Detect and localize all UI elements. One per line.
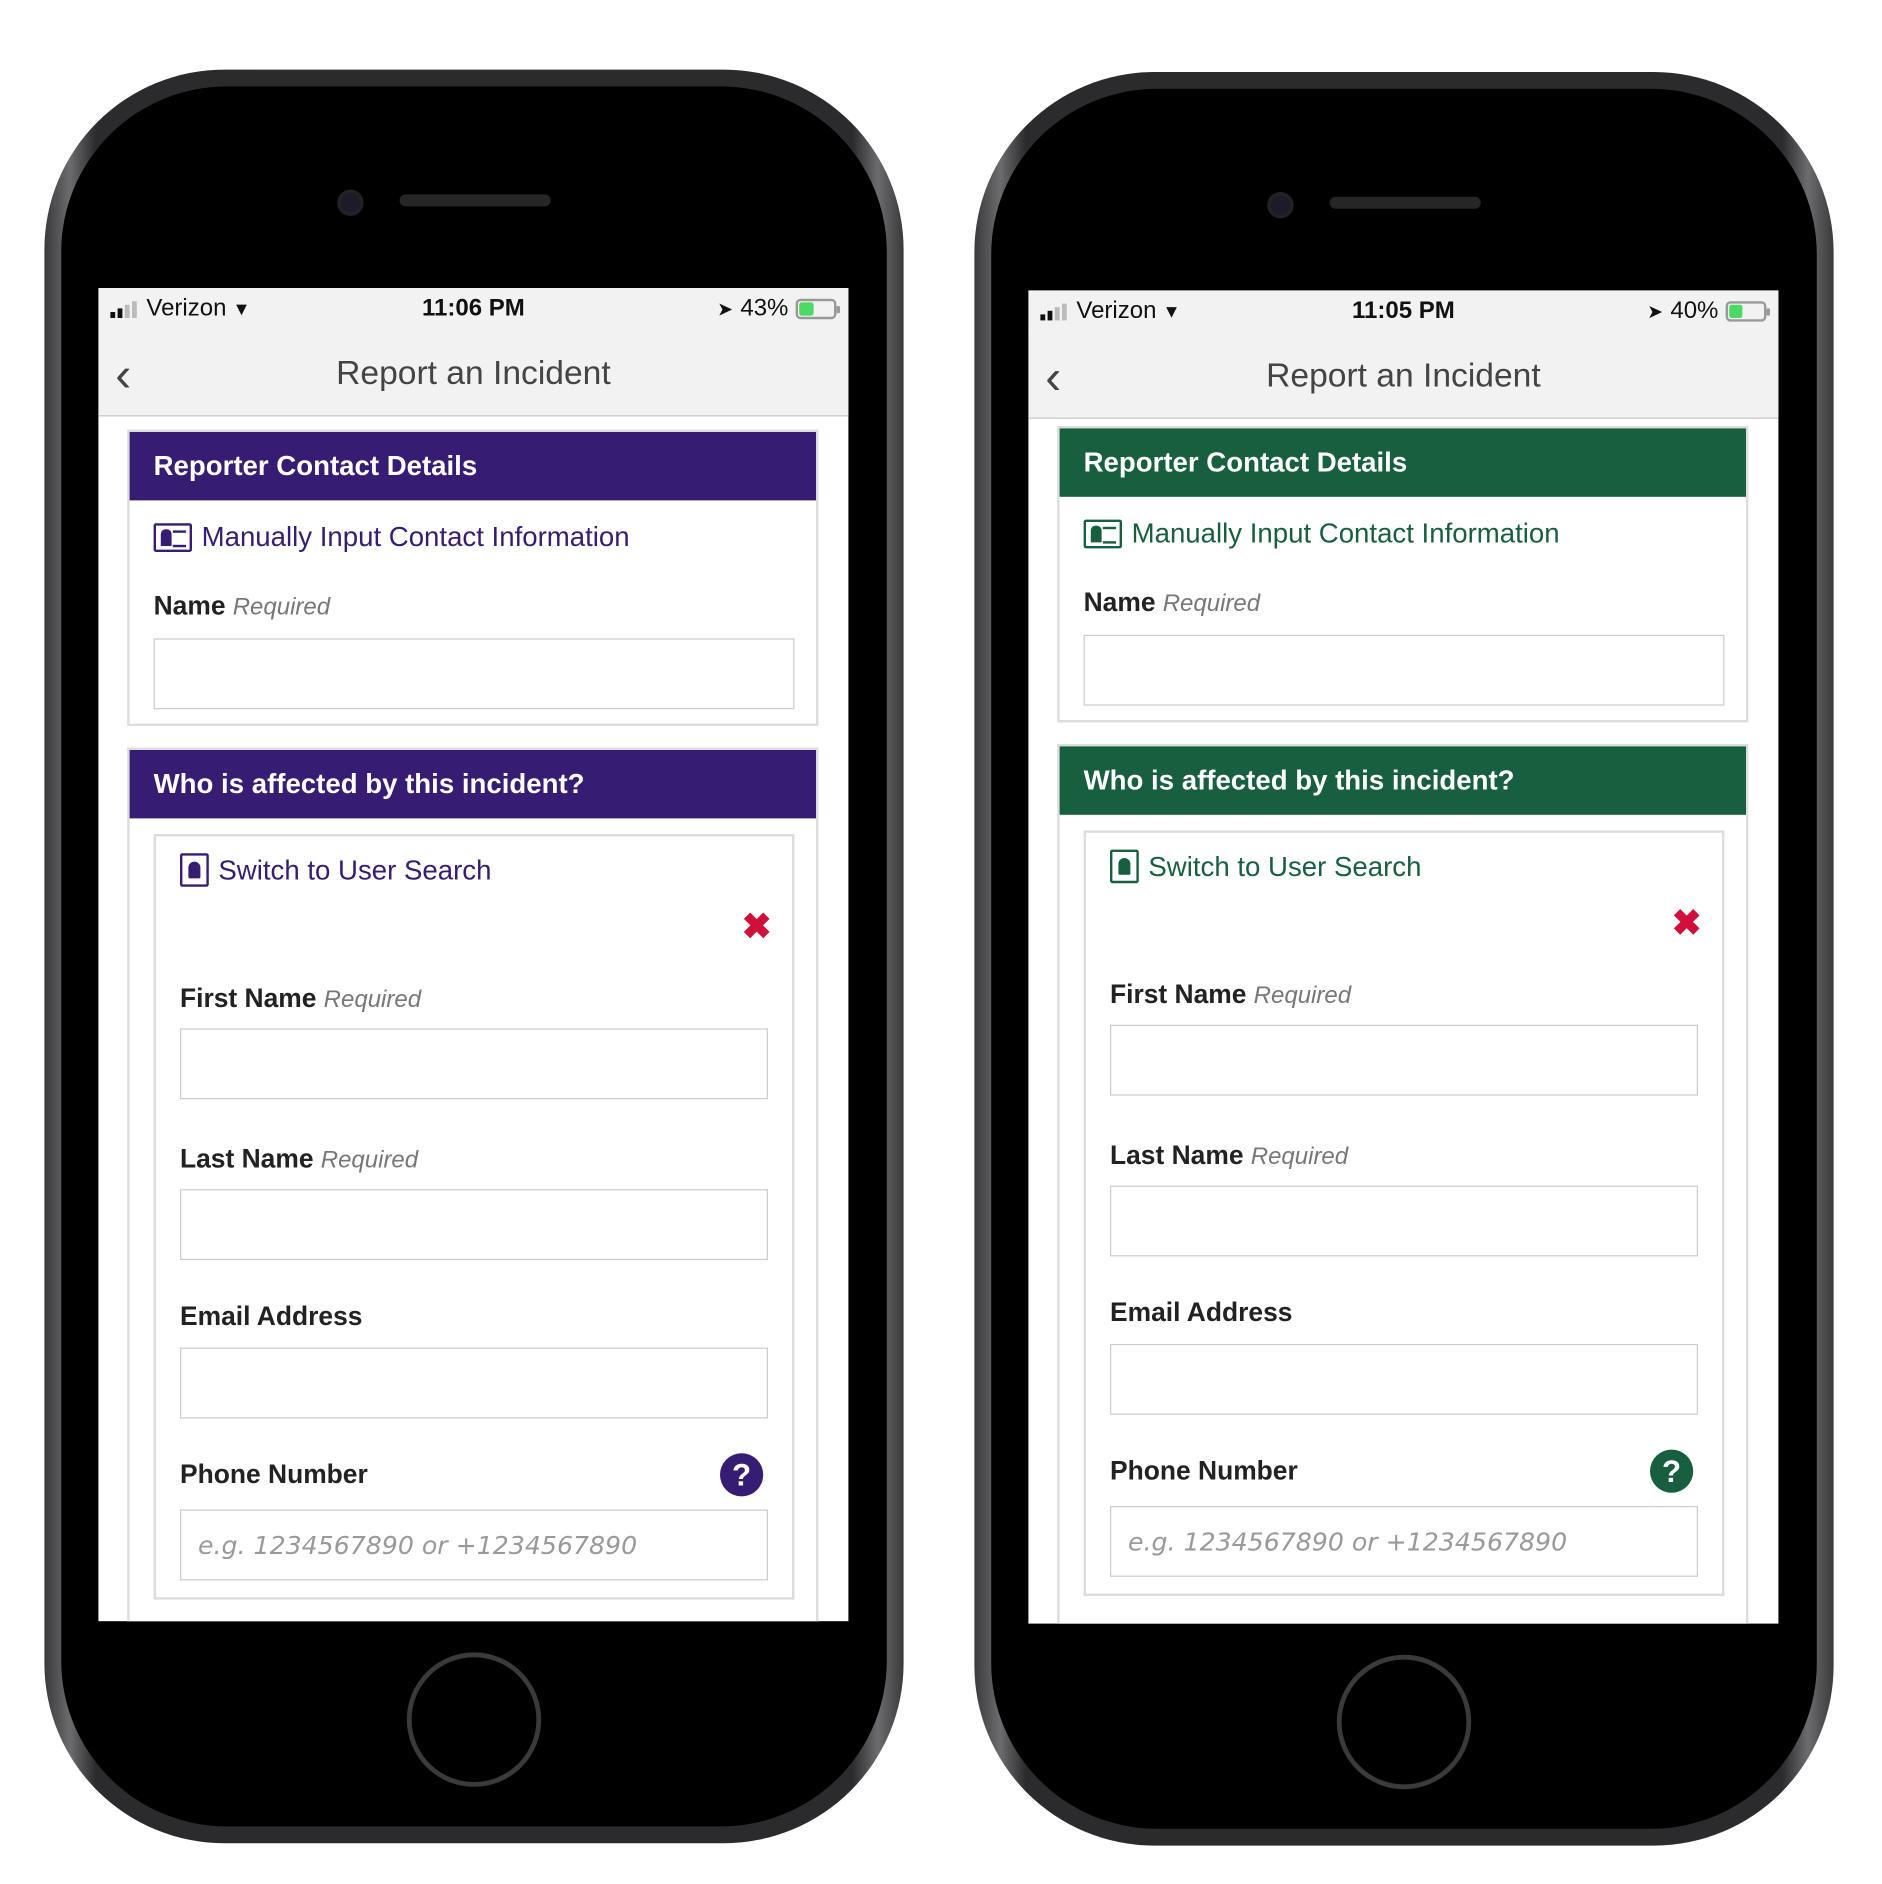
battery-percent: 40%: [1670, 297, 1719, 324]
reporter-card: Reporter Contact Details Manually Input …: [127, 429, 819, 726]
location-icon: ➤: [1647, 301, 1664, 323]
manual-input-link[interactable]: Manually Input Contact Information: [153, 520, 630, 553]
nav-bar: ‹ Report an Incident: [98, 330, 849, 417]
link-label: Switch to User Search: [1148, 850, 1422, 882]
phone-bezel: Verizon ▾ 11:06 PM ➤ 43% ‹ Report an Inc…: [61, 86, 887, 1827]
manual-input-link[interactable]: Manually Input Contact Information: [1083, 517, 1560, 549]
camera: [1267, 192, 1294, 219]
battery-icon: [795, 298, 841, 320]
remove-x-icon[interactable]: ✖: [1672, 902, 1702, 944]
location-icon: ➤: [717, 299, 734, 320]
last-name-label: Last Name Required: [1110, 1140, 1349, 1170]
battery-percent: 43%: [740, 295, 789, 322]
carrier: Verizon: [1076, 297, 1157, 324]
email-input[interactable]: [1110, 1344, 1699, 1415]
first-name-label: First Name Required: [180, 982, 422, 1013]
link-label: Switch to User Search: [218, 853, 492, 886]
contact-card-icon: [1083, 519, 1122, 548]
phone-input[interactable]: e.g. 1234567890 or +1234567890: [180, 1509, 768, 1581]
battery-icon: [1725, 301, 1771, 322]
carrier: Verizon: [146, 295, 227, 322]
page-title: Report an Incident: [336, 353, 611, 391]
signal-icon: [110, 300, 137, 318]
section-header: Reporter Contact Details: [1059, 428, 1747, 497]
phone-frame: Verizon ▾ 11:05 PM ➤ 40% ‹ Report an Inc…: [974, 72, 1834, 1846]
nav-bar: ‹ Report an Incident: [1028, 332, 1779, 419]
remove-x-icon[interactable]: ✖: [742, 906, 772, 948]
switch-user-search-link[interactable]: Switch to User Search: [180, 853, 491, 887]
section-header: Reporter Contact Details: [129, 432, 817, 501]
section-header: Who is affected by this incident?: [1059, 746, 1747, 815]
switch-user-search-link[interactable]: Switch to User Search: [1110, 849, 1422, 884]
phone-input[interactable]: e.g. 1234567890 or +1234567890: [1110, 1506, 1699, 1577]
phone-label: Phone Number: [1110, 1455, 1298, 1486]
link-label: Manually Input Contact Information: [201, 520, 630, 552]
name-input[interactable]: [1083, 634, 1725, 706]
reporter-card: Reporter Contact Details Manually Input …: [1057, 426, 1749, 723]
status-bar: Verizon ▾ 11:05 PM ➤ 40%: [1028, 290, 1779, 333]
wifi-icon: ▾: [1166, 298, 1177, 323]
first-name-label: First Name Required: [1110, 979, 1352, 1010]
last-name-label: Last Name Required: [180, 1143, 419, 1174]
camera: [337, 189, 364, 217]
contact-card-icon: [153, 522, 192, 552]
email-label: Email Address: [180, 1300, 363, 1331]
page-title: Report an Incident: [1266, 355, 1541, 394]
first-name-input[interactable]: [180, 1028, 768, 1100]
name-input[interactable]: [153, 638, 795, 710]
phone-label: Phone Number: [180, 1459, 368, 1490]
home-button[interactable]: [406, 1652, 542, 1787]
first-name-input[interactable]: [1110, 1024, 1699, 1096]
affected-person-box: Switch to User Search ✖ First Name Requir…: [1083, 830, 1725, 1597]
address-book-icon: [1110, 849, 1139, 884]
home-button[interactable]: [1336, 1654, 1472, 1790]
last-name-input[interactable]: [1110, 1185, 1699, 1257]
speaker: [399, 194, 551, 207]
affected-person-box: Switch to User Search ✖ First Name Requir…: [153, 834, 795, 1600]
affected-card: Who is affected by this incident? Switch…: [1057, 744, 1749, 1624]
email-input[interactable]: [180, 1347, 768, 1419]
signal-icon: [1040, 303, 1067, 320]
status-bar: Verizon ▾ 11:06 PM ➤ 43%: [98, 288, 849, 330]
email-label: Email Address: [1110, 1297, 1293, 1328]
speaker: [1329, 196, 1481, 209]
name-label: Name Required: [1083, 586, 1261, 617]
help-question-icon[interactable]: ?: [720, 1453, 764, 1497]
address-book-icon: [180, 853, 209, 887]
back-chevron-icon[interactable]: ‹: [1045, 352, 1061, 406]
section-header: Who is affected by this incident?: [129, 750, 817, 819]
name-label: Name Required: [153, 590, 331, 621]
phone-frame: Verizon ▾ 11:06 PM ➤ 43% ‹ Report an Inc…: [44, 69, 904, 1844]
screen: Verizon ▾ 11:06 PM ➤ 43% ‹ Report an Inc…: [98, 288, 849, 1622]
last-name-input[interactable]: [180, 1189, 768, 1260]
phone-bezel: Verizon ▾ 11:05 PM ➤ 40% ‹ Report an Inc…: [991, 88, 1817, 1829]
help-question-icon[interactable]: ?: [1650, 1449, 1694, 1493]
screen: Verizon ▾ 11:05 PM ➤ 40% ‹ Report an Inc…: [1028, 290, 1779, 1624]
back-chevron-icon[interactable]: ‹: [115, 349, 131, 403]
affected-card: Who is affected by this incident? Switch…: [127, 747, 819, 1622]
link-label: Manually Input Contact Information: [1131, 517, 1560, 549]
wifi-icon: ▾: [236, 296, 247, 321]
stage: Verizon ▾ 11:06 PM ➤ 43% ‹ Report an Inc…: [0, 0, 1882, 1884]
